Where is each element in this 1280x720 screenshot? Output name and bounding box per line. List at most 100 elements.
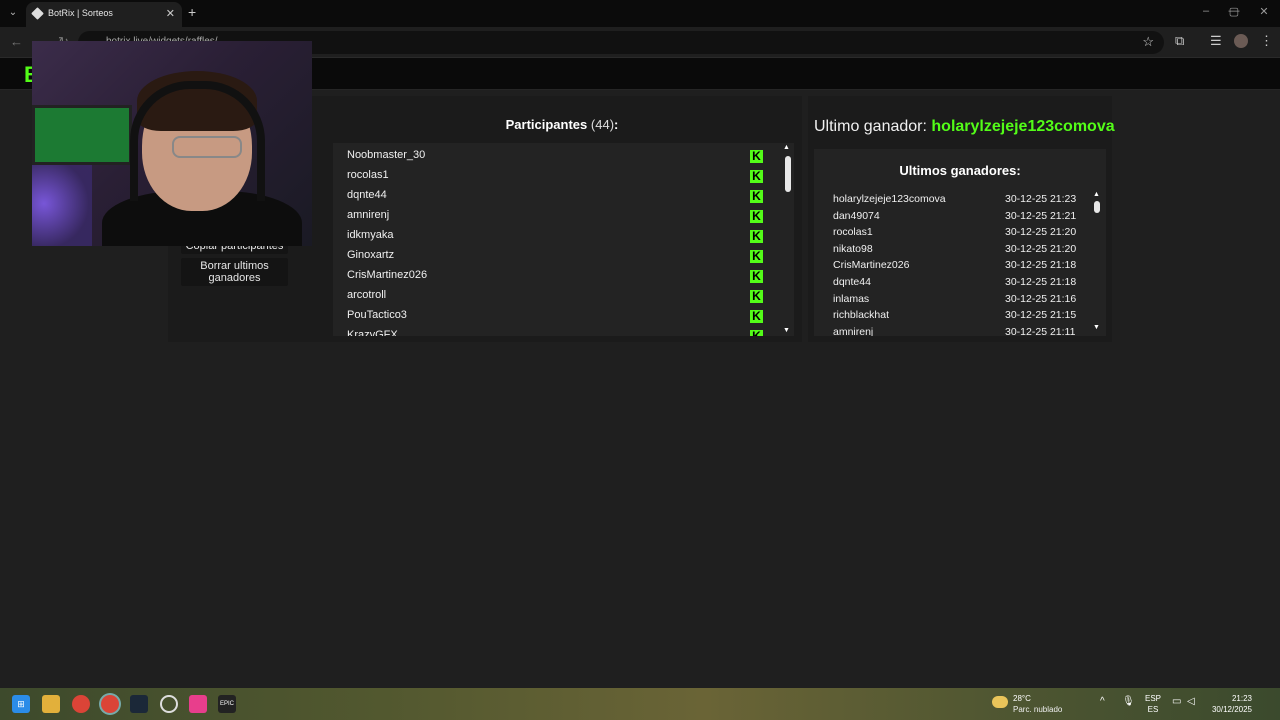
participant-name: idkmyaka bbox=[347, 229, 394, 241]
browser-tab-bar: ⌄ BotRix | Sorteos ✕ + — – ▢ ✕ bbox=[0, 0, 1280, 27]
close-window-icon[interactable]: ✕ bbox=[1254, 5, 1274, 21]
participant-name: amnirenj bbox=[347, 209, 390, 221]
webcam-monitor bbox=[32, 105, 132, 165]
language-indicator[interactable]: ESP ES bbox=[1145, 693, 1161, 715]
windows-start-icon[interactable]: ⊞ bbox=[12, 695, 30, 713]
webcam-light bbox=[32, 161, 92, 246]
participants-scrollbar[interactable]: ▲ ▼ bbox=[782, 143, 794, 336]
participant-name: arcotroll bbox=[347, 289, 387, 301]
winners-panel: Ultimo ganador: holarylzejeje123comova U… bbox=[808, 96, 1115, 342]
last-winner-label: Ultimo ganador: bbox=[814, 118, 927, 135]
back-arrow-icon[interactable]: ← bbox=[10, 34, 23, 49]
participants-list[interactable]: ▲ ▼ Noobmaster_30 Krocolas1 Kdqnte44 Kamnir… bbox=[333, 143, 794, 336]
tab-title: BotRix | Sorteos bbox=[48, 8, 113, 18]
file-explorer-icon[interactable] bbox=[42, 695, 60, 713]
webcam-glasses bbox=[172, 136, 242, 158]
winner-timestamp: 30-12-25 21:18 bbox=[1005, 276, 1077, 288]
profile-avatar[interactable] bbox=[1234, 34, 1248, 48]
winners-scrollbar[interactable]: ▲ ▼ bbox=[1092, 191, 1102, 333]
winner-name: dan49074 bbox=[833, 209, 880, 222]
winners-scrollbar-thumb[interactable] bbox=[1094, 201, 1100, 213]
tiktok-live-icon[interactable] bbox=[189, 695, 207, 713]
steam-icon[interactable] bbox=[130, 695, 148, 713]
participants-scrollbar-thumb[interactable] bbox=[785, 156, 791, 192]
winner-name: rocolas1 bbox=[833, 226, 873, 239]
kick-icon: K bbox=[750, 150, 763, 163]
participant-name: rocolas1 bbox=[347, 169, 389, 181]
winner-name: holarylzejeje123comova bbox=[833, 193, 946, 205]
minimize-icon[interactable]: – bbox=[1196, 5, 1216, 21]
more-menu-icon[interactable]: ⋮ bbox=[1260, 33, 1273, 49]
scroll-up-arrow-icon[interactable]: ▲ bbox=[783, 144, 790, 151]
participants-panel: Participantes (44): ▲ ▼ Noobmaster_30 Kro… bbox=[330, 96, 802, 342]
volume-icon[interactable]: ◁ bbox=[1187, 696, 1195, 707]
scroll-down-arrow-icon[interactable]: ▼ bbox=[783, 327, 790, 334]
bookmark-star-icon[interactable]: ☆ bbox=[1142, 34, 1154, 50]
media-controls-icon[interactable]: ☰ bbox=[1210, 33, 1222, 49]
tab-search-chevron-icon[interactable]: ⌄ bbox=[4, 5, 22, 21]
chrome-active-icon[interactable] bbox=[101, 695, 119, 713]
participant-name: Noobmaster_30 bbox=[347, 149, 426, 161]
epic-games-icon[interactable]: EPIC bbox=[218, 695, 236, 713]
partly-cloudy-icon bbox=[992, 696, 1008, 708]
kick-icon: K bbox=[750, 330, 763, 336]
last-winner-name: holarylzejeje123comova bbox=[931, 118, 1115, 135]
last-winners-title: Ultimos ganadores: bbox=[899, 163, 1021, 178]
participants-title: Participantes (44): bbox=[330, 117, 794, 132]
browser-tab[interactable]: BotRix | Sorteos ✕ bbox=[26, 2, 182, 27]
tab-close-icon[interactable]: ✕ bbox=[166, 7, 175, 20]
participant-name: PouTactico3 bbox=[347, 309, 407, 321]
new-tab-button[interactable]: + bbox=[188, 4, 196, 20]
winner-timestamp: 30-12-25 21:11 bbox=[1005, 325, 1076, 336]
kick-icon: K bbox=[750, 310, 763, 323]
botrix-favicon-icon bbox=[31, 7, 44, 20]
weather-description: Parc. nublado bbox=[1013, 705, 1063, 714]
network-icon[interactable]: ▭ bbox=[1172, 696, 1181, 707]
system-clock[interactable]: 21:23 30/12/2025 bbox=[1206, 693, 1252, 715]
winner-timestamp: 30-12-25 21:20 bbox=[1005, 226, 1077, 239]
extensions-puzzle-icon[interactable]: ⧉ bbox=[1175, 33, 1184, 49]
winners-scroll-up-arrow-icon[interactable]: ▲ bbox=[1093, 191, 1100, 198]
participant-name: Ginoxartz bbox=[347, 249, 395, 261]
kick-icon: K bbox=[750, 210, 763, 223]
winner-name: dqnte44 bbox=[833, 276, 871, 288]
kick-icon: K bbox=[750, 230, 763, 243]
obs-icon[interactable] bbox=[160, 695, 178, 713]
restore-icon[interactable]: ▢ bbox=[1224, 5, 1244, 21]
microphone-icon[interactable]: 🎙 bbox=[1122, 696, 1135, 707]
winner-timestamp: 30-12-25 21:18 bbox=[1005, 259, 1077, 272]
weather-temperature: 28°C bbox=[1013, 694, 1031, 703]
kick-icon: K bbox=[750, 270, 763, 283]
participants-count: (44) bbox=[590, 117, 615, 132]
clock-time: 21:23 bbox=[1231, 694, 1252, 703]
winner-timestamp: 30-12-25 21:20 bbox=[1005, 242, 1077, 255]
windows-taskbar: ⊞ EPIC 28°C Parc. nublado ^ 🎙 ESP ES ▭ ◁… bbox=[0, 688, 1280, 720]
webcam-overlay bbox=[32, 41, 312, 246]
winner-timestamp: 30-12-25 21:23 bbox=[1005, 193, 1077, 205]
winner-name: richblackhat bbox=[833, 309, 890, 322]
winner-timestamp: 30-12-25 21:21 bbox=[1005, 209, 1077, 222]
kick-icon: K bbox=[750, 290, 763, 303]
participant-name: dqnte44 bbox=[347, 189, 387, 201]
participants-colon: : bbox=[614, 117, 619, 132]
clear-last-winners-button[interactable]: Borrar ultimos ganadores bbox=[181, 258, 288, 286]
winner-name: CrisMartinez026 bbox=[833, 259, 910, 272]
participant-name: CrisMartinez026 bbox=[347, 269, 428, 281]
participants-label: Participantes bbox=[505, 117, 588, 132]
kick-icon: K bbox=[750, 170, 763, 183]
chrome-icon[interactable] bbox=[72, 695, 90, 713]
winner-timestamp: 30-12-25 21:16 bbox=[1005, 292, 1077, 305]
kick-icon: K bbox=[750, 250, 763, 263]
winner-timestamp: 30-12-25 21:15 bbox=[1005, 309, 1077, 322]
clock-date: 30/12/2025 bbox=[1211, 705, 1252, 714]
keyboard-layout: ES bbox=[1147, 705, 1159, 714]
tray-chevron-up-icon[interactable]: ^ bbox=[1100, 696, 1105, 707]
winner-name: nikato98 bbox=[833, 242, 873, 255]
participant-name: KrazyGFX bbox=[347, 329, 398, 336]
winners-scroll-down-arrow-icon[interactable]: ▼ bbox=[1093, 324, 1100, 331]
kick-icon: K bbox=[750, 190, 763, 203]
winner-name: amnirenj bbox=[833, 325, 874, 336]
language-code: ESP bbox=[1145, 694, 1162, 703]
last-winner-heading: Ultimo ganador: holarylzejeje123comova bbox=[814, 118, 1115, 136]
last-winners-list[interactable]: Ultimos ganadores: ▲ ▼ holarylzejeje123c… bbox=[814, 149, 1106, 336]
